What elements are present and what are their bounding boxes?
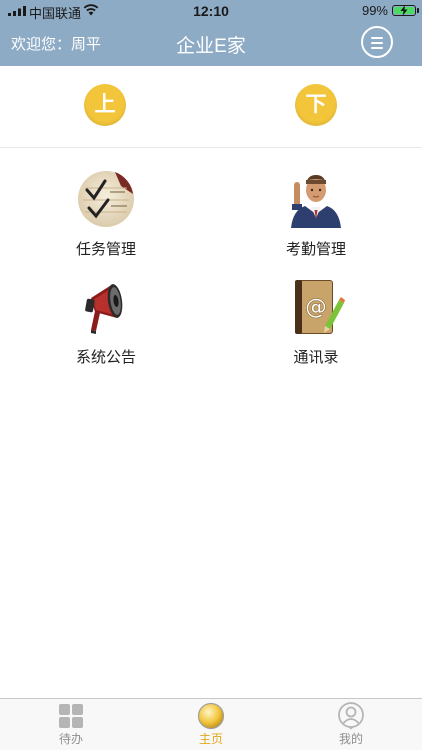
down-button[interactable]: 下	[295, 84, 337, 126]
address-book-icon: @	[295, 280, 345, 334]
app-title: 企业E家	[176, 36, 246, 57]
tab-label: 我的	[338, 732, 363, 746]
battery-icon	[392, 5, 419, 16]
tab-home[interactable]: 主页	[161, 699, 261, 750]
grid-item-label: 系统公告	[75, 349, 136, 366]
megaphone-icon	[85, 284, 123, 334]
grid-item-label: 任务管理	[75, 241, 136, 258]
hamburger-menu-icon[interactable]	[361, 26, 393, 58]
tab-todo[interactable]: 待办	[21, 699, 121, 750]
grid-item-label: 考勤管理	[285, 241, 346, 258]
grid-item-attendance[interactable]: 考勤管理	[256, 170, 376, 270]
tab-mine[interactable]: 我的	[301, 699, 401, 750]
attendance-person-icon	[291, 175, 341, 228]
battery-percentage: 99%	[361, 3, 388, 18]
grid-item-contacts[interactable]: @ 通讯录	[256, 278, 376, 378]
bottom-tab-bar: 待办 主页 我的	[0, 698, 422, 750]
nav-arrow-row: 上 下	[0, 66, 422, 148]
grid-squares-icon	[59, 704, 83, 728]
grid-item-label: 通讯录	[293, 349, 339, 366]
grid-item-task-management[interactable]: 任务管理	[46, 170, 166, 270]
tab-label: 主页	[198, 732, 223, 746]
status-bar: 中国联通 12:10 99%	[0, 0, 422, 22]
user-profile-icon	[338, 702, 364, 730]
charging-bolt-icon	[400, 5, 408, 16]
up-button[interactable]: 上	[84, 84, 126, 126]
header-bar: 中国联通 12:10 99% 欢迎您：周平 企业E家	[0, 0, 422, 66]
svg-text:@: @	[305, 295, 327, 320]
grid-item-system-notice[interactable]: 系统公告	[46, 278, 166, 378]
task-checklist-icon	[78, 171, 134, 227]
home-circle-icon	[197, 702, 225, 730]
tab-label: 待办	[58, 732, 83, 746]
status-time: 12:10	[193, 3, 229, 19]
